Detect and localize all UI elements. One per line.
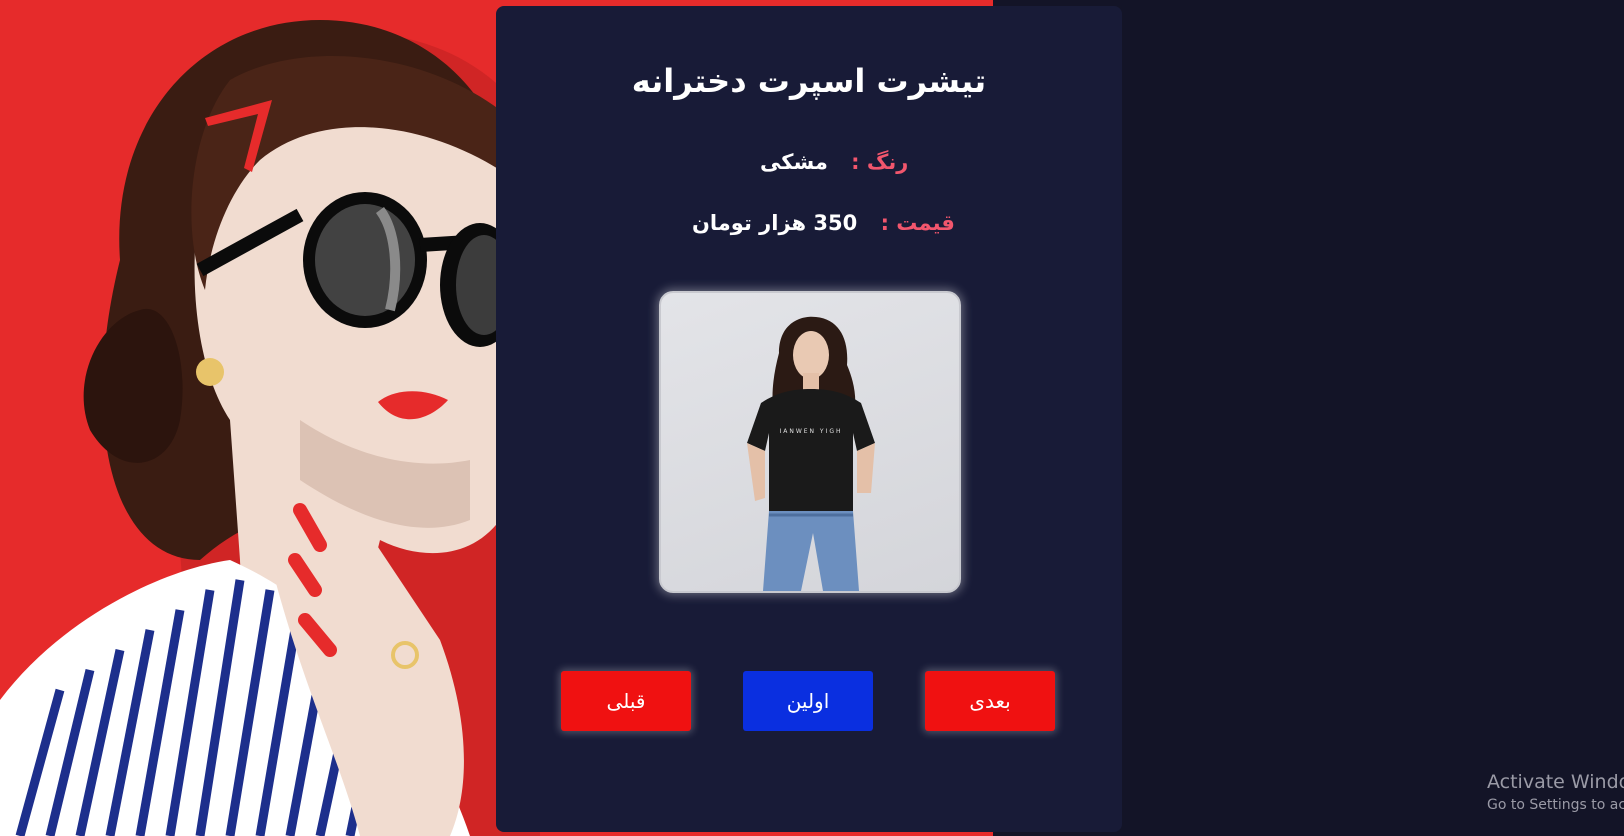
first-button[interactable]: اولین	[743, 671, 873, 731]
price-row: قیمت : 350 هزار تومان	[692, 211, 955, 235]
svg-text:IANWEN YIGH: IANWEN YIGH	[779, 428, 842, 435]
activation-watermark: Activate Windo Go to Settings to act	[1487, 771, 1624, 813]
price-value: 350 هزار تومان	[692, 211, 858, 235]
color-row: رنگ : مشکی	[760, 150, 908, 174]
color-label: رنگ :	[851, 150, 909, 174]
product-image: IANWEN YIGH	[659, 291, 961, 593]
watermark-subtitle: Go to Settings to act	[1487, 797, 1624, 813]
product-title: تیشرت اسپرت دخترانه	[631, 62, 987, 100]
watermark-title: Activate Windo	[1487, 771, 1624, 793]
woman-black-tshirt-photo: IANWEN YIGH	[747, 316, 875, 591]
prev-button[interactable]: قبلی	[561, 671, 691, 731]
next-button[interactable]: بعدی	[925, 671, 1055, 731]
color-value: مشکی	[760, 150, 828, 174]
price-label: قیمت :	[880, 211, 955, 235]
